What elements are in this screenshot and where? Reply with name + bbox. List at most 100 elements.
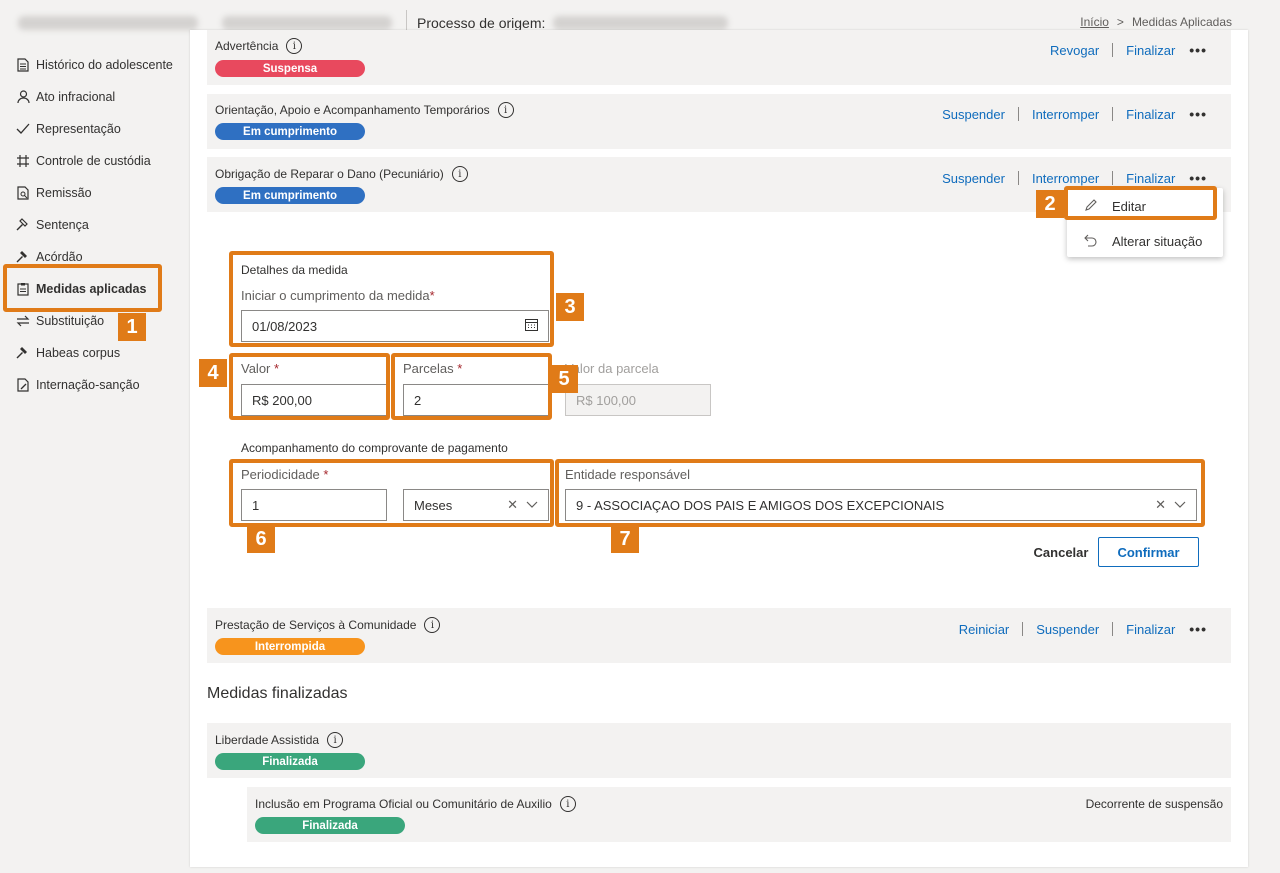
annotation-highlight-7 <box>555 459 1205 527</box>
info-icon[interactable]: i <box>327 732 344 748</box>
action-divider <box>1017 171 1019 185</box>
finalizar-button[interactable]: Finalizar <box>1126 107 1175 122</box>
installment-value-value: R$ 100,00 <box>576 392 636 408</box>
sidebar-item-historico[interactable]: Histórico do adolescente <box>16 55 173 75</box>
status-badge: Finalizada <box>215 753 365 770</box>
measure-row-orientacao: Orientação, Apoio e Acompanhamento Tempo… <box>207 94 1231 149</box>
info-icon[interactable]: i <box>559 796 576 812</box>
chevron-right-icon: > <box>1116 15 1124 29</box>
annotation-highlight-1 <box>3 264 162 312</box>
finalizar-button[interactable]: Finalizar <box>1126 43 1175 58</box>
breadcrumb-current: Medidas Aplicadas <box>1131 15 1232 29</box>
more-options-icon[interactable]: ••• <box>1189 621 1207 637</box>
sidebar-item-label: Acórdão <box>36 250 83 264</box>
action-divider <box>1017 107 1019 121</box>
blurred-process-number <box>222 16 392 30</box>
measure-actions: Reiniciar Suspender Finalizar ••• <box>959 621 1207 637</box>
breadcrumb-home-link[interactable]: Início <box>1080 15 1109 29</box>
measure-row-liberdade-assistida: Liberdade Assistida i Finalizada <box>207 723 1231 778</box>
grid-icon <box>16 154 30 168</box>
status-badge: Finalizada <box>255 817 405 834</box>
blurred-origin-process <box>553 16 728 30</box>
status-badge: Suspensa <box>215 60 365 77</box>
sidebar-item-label: Habeas corpus <box>36 346 121 360</box>
more-options-icon[interactable]: ••• <box>1189 42 1207 58</box>
measure-actions: Suspender Interromper Finalizar ••• <box>942 170 1207 186</box>
finalizar-button[interactable]: Finalizar <box>1126 171 1175 186</box>
sidebar-item-label: Remissão <box>36 186 92 200</box>
suspender-button[interactable]: Suspender <box>942 171 1005 186</box>
sidebar-item-substituicao[interactable]: Substituição <box>16 311 104 331</box>
menu-item-label: Alterar situação <box>1112 233 1203 249</box>
sidebar-item-controle-custodia[interactable]: Controle de custódia <box>16 151 151 171</box>
gavel-icon <box>16 250 30 264</box>
interromper-button[interactable]: Interromper <box>1032 107 1099 122</box>
action-divider <box>1112 171 1114 185</box>
annotation-highlight-4 <box>229 353 390 420</box>
measure-title-text: Obrigação de Reparar o Dano (Pecuniário) <box>215 167 444 181</box>
action-divider <box>1112 622 1114 636</box>
origin-process-label: Processo de origem: <box>417 15 546 31</box>
suspender-button[interactable]: Suspender <box>942 107 1005 122</box>
annotation-number-5: 5 <box>550 365 578 393</box>
checkmark-icon <box>16 122 30 136</box>
confirm-button[interactable]: Confirmar <box>1098 537 1199 567</box>
info-icon[interactable]: i <box>286 38 303 54</box>
sidebar-item-label: Ato infracional <box>36 90 116 104</box>
annotation-highlight-6 <box>229 459 554 527</box>
person-icon <box>16 90 30 104</box>
suspension-note: Decorrente de suspensão <box>1085 797 1223 811</box>
installment-value-field: R$ 100,00 <box>565 384 711 416</box>
action-divider <box>1112 107 1114 121</box>
measure-title: Inclusão em Programa Oficial ou Comunitá… <box>255 796 576 812</box>
sidebar-item-label: Controle de custódia <box>36 154 151 168</box>
annotation-number-3: 3 <box>556 293 584 321</box>
measure-title-text: Inclusão em Programa Oficial ou Comunitá… <box>255 797 552 811</box>
installment-value-label: Valor da parcela <box>565 361 659 376</box>
menu-item-alterar-situacao[interactable]: Alterar situação <box>1067 225 1223 257</box>
sidebar-item-habeas-corpus[interactable]: Habeas corpus <box>16 343 120 363</box>
suspender-button[interactable]: Suspender <box>1036 622 1099 637</box>
blurred-app-name <box>18 16 198 30</box>
more-options-icon[interactable]: ••• <box>1189 170 1207 186</box>
more-options-icon[interactable]: ••• <box>1189 106 1207 122</box>
annotation-number-4: 4 <box>199 359 227 387</box>
sidebar-item-sentenca[interactable]: Sentença <box>16 215 89 235</box>
cancel-button[interactable]: Cancelar <box>1026 537 1096 567</box>
sidebar-item-label: Histórico do adolescente <box>36 58 173 72</box>
receipt-section-title: Acompanhamento do comprovante de pagamen… <box>241 441 508 455</box>
measure-title: Liberdade Assistida i <box>215 732 344 748</box>
measure-row-inclusao-programa: Inclusão em Programa Oficial ou Comunitá… <box>247 787 1231 842</box>
revogar-button[interactable]: Revogar <box>1050 43 1099 58</box>
measure-actions: Revogar Finalizar ••• <box>1050 42 1207 58</box>
sidebar-item-internacao-sancao[interactable]: Internação-sanção <box>16 375 140 395</box>
info-icon[interactable]: i <box>451 166 468 182</box>
action-divider <box>1022 622 1024 636</box>
sidebar-item-label: Internação-sanção <box>36 378 140 392</box>
info-icon[interactable]: i <box>424 617 441 633</box>
status-badge: Interrompida <box>215 638 365 655</box>
status-badge: Em cumprimento <box>215 123 365 140</box>
sidebar-item-representacao[interactable]: Representação <box>16 119 121 139</box>
measure-title-text: Orientação, Apoio e Acompanhamento Tempo… <box>215 103 490 117</box>
document-icon <box>16 58 30 72</box>
measure-title: Orientação, Apoio e Acompanhamento Tempo… <box>215 102 514 118</box>
sidebar-item-label: Sentença <box>36 218 89 232</box>
annotation-number-1: 1 <box>118 313 146 341</box>
swap-icon <box>16 314 30 328</box>
sidebar-item-label: Substituição <box>36 314 105 328</box>
document-search-icon <box>16 186 30 200</box>
sidebar-item-label: Representação <box>36 122 121 136</box>
finalizar-button[interactable]: Finalizar <box>1126 622 1175 637</box>
gavel-icon <box>16 346 30 360</box>
info-icon[interactable]: i <box>497 102 514 118</box>
sidebar-item-remissao[interactable]: Remissão <box>16 183 92 203</box>
interromper-button[interactable]: Interromper <box>1032 171 1099 186</box>
sidebar-item-ato-infracional[interactable]: Ato infracional <box>16 87 115 107</box>
measure-title: Prestação de Serviços à Comunidade i <box>215 617 441 633</box>
gavel-icon <box>16 218 30 232</box>
reiniciar-button[interactable]: Reiniciar <box>959 622 1010 637</box>
annotation-number-7: 7 <box>611 525 639 553</box>
breadcrumb: Início > Medidas Aplicadas <box>1080 15 1232 29</box>
annotation-highlight-5 <box>391 353 552 420</box>
